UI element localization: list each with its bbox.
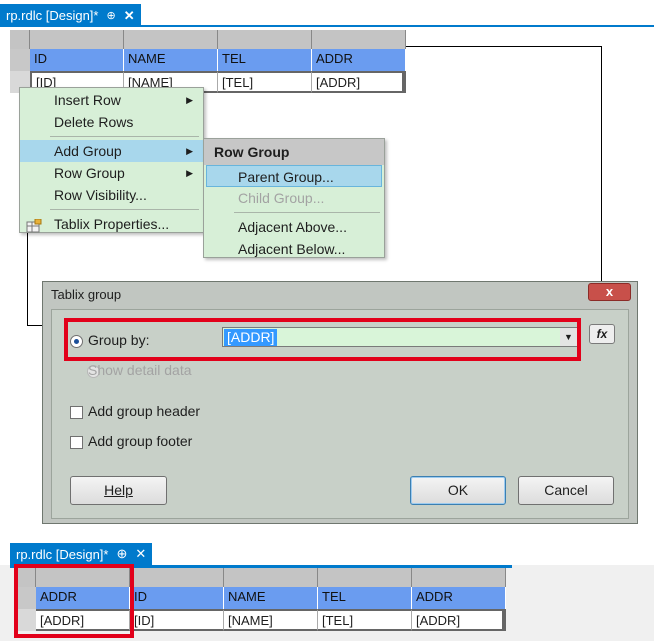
close-icon[interactable]: ✕ xyxy=(135,546,146,562)
expression-fx-button[interactable]: fx xyxy=(589,324,615,344)
menu-item-add-group[interactable]: Add Group ▶ xyxy=(20,140,203,162)
column-handle[interactable] xyxy=(312,30,406,49)
column-handle[interactable] xyxy=(318,568,412,587)
show-detail-label: Show detail data xyxy=(88,362,192,378)
menu-item-tablix-properties[interactable]: Tablix Properties... xyxy=(20,213,203,235)
chevron-right-icon: ▶ xyxy=(186,146,193,156)
tablix-properties-icon xyxy=(26,217,42,233)
menu-item-label: Add Group xyxy=(54,143,122,159)
add-group-footer-checkbox[interactable] xyxy=(70,436,83,449)
column-handle[interactable] xyxy=(218,30,312,49)
menu-item-row-group[interactable]: Row Group ▶ xyxy=(20,162,203,184)
column-handle[interactable] xyxy=(130,568,224,587)
menu-separator xyxy=(50,209,199,210)
data-cell[interactable]: [NAME] xyxy=(224,609,318,631)
dialog-title: Tablix group xyxy=(51,287,122,302)
annotation-highlight-box xyxy=(64,318,581,361)
tablix-top: ID NAME TEL ADDR [ID] [NAME] [TEL] [ADDR… xyxy=(10,30,406,93)
data-cell[interactable]: [ADDR] xyxy=(312,71,406,93)
header-cell[interactable]: ID xyxy=(130,587,224,609)
chevron-right-icon: ▶ xyxy=(186,168,193,178)
row-group-submenu: Row Group Parent Group... Child Group...… xyxy=(203,138,385,258)
context-menu: Insert Row ▶ Delete Rows Add Group ▶ Row… xyxy=(19,87,204,233)
chevron-right-icon: ▶ xyxy=(186,95,193,105)
header-cell[interactable]: NAME xyxy=(224,587,318,609)
column-handle[interactable] xyxy=(10,30,30,49)
add-group-footer-label: Add group footer xyxy=(88,433,193,449)
header-cell[interactable]: TEL xyxy=(218,49,312,71)
menu-separator xyxy=(234,212,380,213)
header-cell[interactable]: ADDR xyxy=(312,49,406,71)
submenu-item-adjacent-above[interactable]: Adjacent Above... xyxy=(204,216,384,238)
pin-icon[interactable]: ⊕ xyxy=(106,9,115,22)
document-tab-top[interactable]: rp.rdlc [Design]* ⊕ ✕ xyxy=(0,4,141,27)
header-cell[interactable]: ADDR xyxy=(412,587,506,609)
submenu-item-parent-group[interactable]: Parent Group... xyxy=(206,165,382,187)
header-cell[interactable]: ID xyxy=(30,49,124,71)
submenu-title: Row Group xyxy=(204,139,384,165)
add-group-header-checkbox[interactable] xyxy=(70,406,83,419)
document-tab-bottom[interactable]: rp.rdlc [Design]* ⊕ ✕ xyxy=(10,543,153,565)
pin-icon[interactable]: ⊕ xyxy=(116,546,127,562)
menu-item-label: Insert Row xyxy=(54,92,121,108)
data-cell[interactable]: [ID] xyxy=(130,609,224,631)
menu-item-delete-rows[interactable]: Delete Rows xyxy=(20,111,203,133)
column-handle[interactable] xyxy=(124,30,218,49)
close-icon[interactable]: ✕ xyxy=(124,8,135,24)
menu-item-row-visibility[interactable]: Row Visibility... xyxy=(20,184,203,206)
annotation-highlight-box xyxy=(14,564,134,638)
data-cell[interactable]: [ADDR] xyxy=(412,609,506,631)
row-handle[interactable] xyxy=(10,49,30,71)
dialog-close-button[interactable]: x xyxy=(588,283,631,301)
help-button[interactable]: Help xyxy=(70,476,167,505)
menu-item-label: Row Visibility... xyxy=(54,187,147,203)
submenu-item-child-group: Child Group... xyxy=(238,190,325,206)
column-handle[interactable] xyxy=(224,568,318,587)
add-group-header-label: Add group header xyxy=(88,403,201,419)
column-handle[interactable] xyxy=(412,568,506,587)
help-button-label: Help xyxy=(104,482,133,498)
data-cell[interactable]: [TEL] xyxy=(218,71,312,93)
menu-item-insert-row[interactable]: Insert Row ▶ xyxy=(20,89,203,111)
data-cell[interactable]: [TEL] xyxy=(318,609,412,631)
ok-button[interactable]: OK xyxy=(410,476,506,505)
menu-item-label: Row Group xyxy=(54,165,125,181)
menu-item-label: Delete Rows xyxy=(54,114,134,130)
header-cell[interactable]: NAME xyxy=(124,49,218,71)
submenu-item-adjacent-below[interactable]: Adjacent Below... xyxy=(204,238,384,260)
column-handle[interactable] xyxy=(30,30,124,49)
menu-item-label: Tablix Properties... xyxy=(54,216,170,232)
cancel-button[interactable]: Cancel xyxy=(518,476,614,505)
header-cell[interactable]: TEL xyxy=(318,587,412,609)
menu-separator xyxy=(50,136,199,137)
document-tab-title: rp.rdlc [Design]* xyxy=(6,8,99,23)
document-tab-title: rp.rdlc [Design]* xyxy=(16,546,109,562)
